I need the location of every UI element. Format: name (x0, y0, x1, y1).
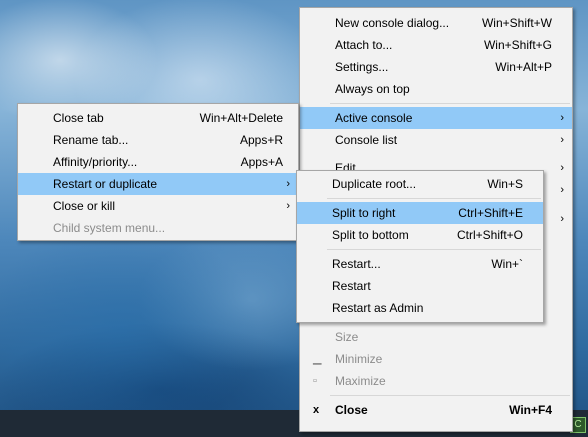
restart-duplicate-submenu: Duplicate root... Win+S Split to right C… (296, 170, 544, 323)
menu-item-label: Console list (335, 133, 398, 147)
menu-item-restart[interactable]: Restart (297, 275, 543, 297)
menu-separator (327, 198, 541, 199)
menu-item-label: Split to right (332, 206, 396, 220)
menu-item-label: New console dialog... (335, 16, 450, 30)
menu-item-shortcut: Ctrl+Shift+O (456, 228, 523, 242)
menu-item-shortcut: Win+F4 (509, 403, 552, 417)
menu-item-close-or-kill[interactable]: Close or kill › (18, 195, 298, 217)
menu-item-rename-tab[interactable]: Rename tab... Apps+R (18, 129, 298, 151)
menu-item-attach[interactable]: Attach to... Win+Shift+G (300, 34, 572, 56)
menu-item-always-on-top[interactable]: Always on top (300, 78, 572, 100)
menu-item-shortcut: Win+Alt+P (495, 60, 552, 74)
menu-item-size: Size (300, 326, 572, 348)
menu-item-shortcut: Apps+R (239, 133, 283, 147)
menu-item-close-tab[interactable]: Close tab Win+Alt+Delete (18, 107, 298, 129)
menu-item-label: Affinity/priority... (53, 155, 138, 169)
close-icon: x (313, 404, 320, 416)
menu-item-label: Close or kill (53, 199, 116, 213)
menu-item-label: Restart (332, 279, 371, 293)
menu-item-label: Duplicate root... (332, 177, 417, 191)
menu-item-label: Restart or duplicate (53, 177, 158, 191)
chevron-right-icon: › (286, 200, 290, 212)
menu-item-close[interactable]: x Close Win+F4 (300, 399, 572, 421)
menu-item-label: Restart... (332, 257, 381, 271)
menu-item-label: Child system menu... (53, 221, 166, 235)
menu-item-shortcut: Ctrl+Shift+E (458, 206, 523, 220)
menu-item-duplicate-root[interactable]: Duplicate root... Win+S (297, 173, 543, 195)
minimize-icon: ▁ (313, 353, 322, 365)
menu-item-shortcut: Win+Alt+Delete (199, 111, 283, 125)
menu-item-label: Settings... (335, 60, 389, 74)
menu-item-maximize: ▫ Maximize (300, 370, 572, 392)
menu-item-label: Split to bottom (332, 228, 409, 242)
menu-item-console-list[interactable]: Console list › (300, 129, 572, 151)
menu-separator (330, 395, 570, 396)
menu-item-restart-or-duplicate[interactable]: Restart or duplicate › (18, 173, 298, 195)
chevron-right-icon: › (286, 178, 290, 190)
menu-item-label: Size (335, 330, 359, 344)
menu-item-label: Restart as Admin (332, 301, 424, 315)
menu-item-shortcut: Win+` (491, 257, 523, 271)
menu-item-restart-admin[interactable]: Restart as Admin (297, 297, 543, 319)
menu-item-shortcut: Win+Shift+G (483, 38, 552, 52)
menu-item-label: Minimize (335, 352, 383, 366)
chevron-right-icon: › (560, 134, 564, 146)
menu-item-restart-dialog[interactable]: Restart... Win+` (297, 253, 543, 275)
menu-item-active-console[interactable]: Active console › (300, 107, 572, 129)
menu-item-settings[interactable]: Settings... Win+Alt+P (300, 56, 572, 78)
menu-item-label: Active console (335, 111, 413, 125)
menu-item-affinity[interactable]: Affinity/priority... Apps+A (18, 151, 298, 173)
menu-item-split-bottom[interactable]: Split to bottom Ctrl+Shift+O (297, 224, 543, 246)
menu-separator (327, 249, 541, 250)
maximize-icon: ▫ (313, 375, 317, 387)
menu-item-label: Close (335, 403, 368, 417)
menu-item-label: Attach to... (335, 38, 393, 52)
menu-item-shortcut: Apps+A (240, 155, 283, 169)
menu-item-new-console[interactable]: New console dialog... Win+Shift+W (300, 12, 572, 34)
menu-item-shortcut: Win+S (487, 177, 523, 191)
menu-item-label: Maximize (335, 374, 386, 388)
menu-separator (330, 103, 570, 104)
chevron-right-icon: › (560, 184, 564, 196)
chevron-right-icon: › (560, 112, 564, 124)
tab-context-menu: Close tab Win+Alt+Delete Rename tab... A… (17, 103, 299, 241)
menu-item-minimize: ▁ Minimize (300, 348, 572, 370)
menu-item-label: Always on top (335, 82, 410, 96)
menu-item-label: Rename tab... (53, 133, 129, 147)
menu-item-split-right[interactable]: Split to right Ctrl+Shift+E (297, 202, 543, 224)
chevron-right-icon: › (560, 213, 564, 225)
menu-item-label: Close tab (53, 111, 104, 125)
menu-item-child-system-menu: Child system menu... (18, 217, 298, 239)
menu-item-shortcut: Win+Shift+W (481, 16, 552, 30)
chevron-right-icon: › (560, 162, 564, 174)
